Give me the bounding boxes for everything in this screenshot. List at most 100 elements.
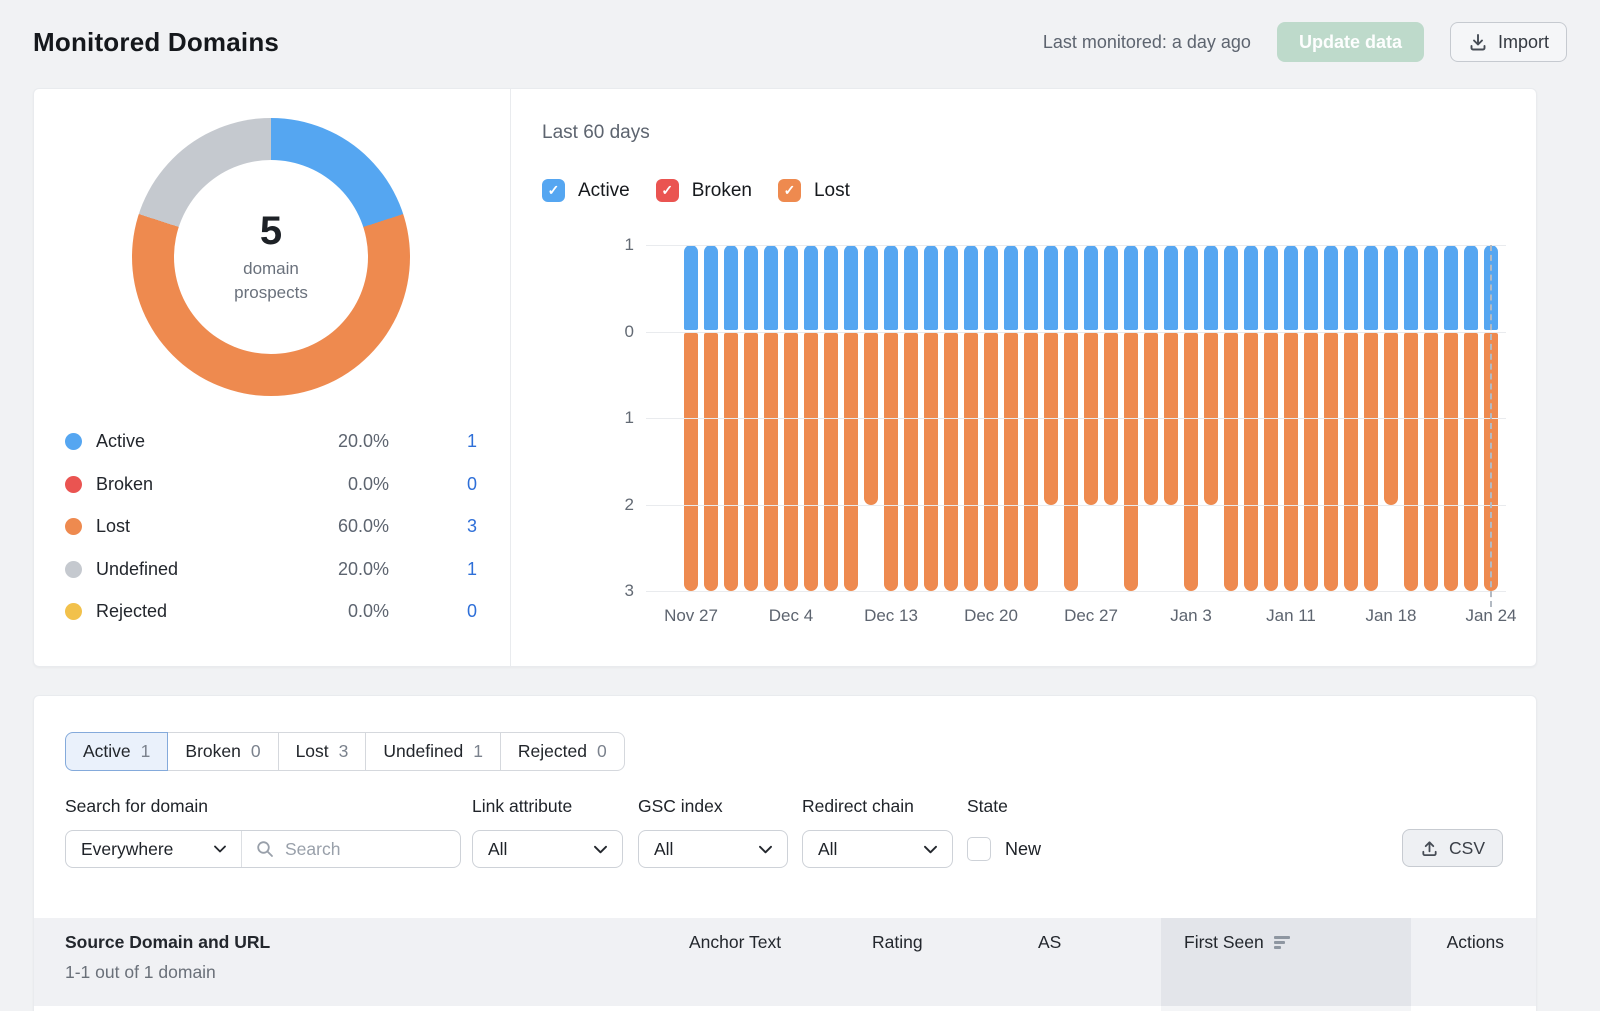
trend-bar-active-segment: [1324, 245, 1338, 330]
x-axis-label: Jan 18: [1336, 606, 1446, 626]
legend-color-dot: [65, 518, 82, 535]
trend-bar-active-segment: [824, 245, 838, 330]
trend-bar-active-segment: [1064, 245, 1078, 330]
trend-title: Last 60 days: [542, 122, 650, 144]
x-axis-label: Jan 24: [1436, 606, 1546, 626]
search-scope-dropdown[interactable]: Everywhere: [66, 831, 242, 867]
legend-count-link[interactable]: 1: [389, 431, 477, 452]
trend-bar-active-segment: [984, 245, 998, 330]
search-combo: Everywhere: [65, 830, 461, 868]
trend-bar-lost-segment: [764, 333, 778, 591]
export-csv-button[interactable]: CSV: [1402, 829, 1503, 867]
trend-bar-active-segment: [884, 245, 898, 330]
trend-bar-lost-segment: [964, 333, 978, 591]
trend-bar-active-segment: [1084, 245, 1098, 330]
trend-bar-active-segment: [1364, 245, 1378, 330]
checkbox-checked-icon[interactable]: ✓: [542, 179, 565, 202]
trend-bar-active-segment: [864, 245, 878, 330]
status-tab-label: Undefined: [383, 741, 463, 762]
trend-bar-lost-segment: [1184, 333, 1198, 591]
donut-center: 5 domain prospects: [174, 160, 368, 354]
y-axis-tick: 0: [592, 322, 634, 342]
donut-legend-row: Lost 60.0% 3: [65, 514, 477, 539]
gsc-index-value: All: [654, 839, 673, 860]
column-header-first-seen[interactable]: First Seen: [1184, 932, 1290, 953]
gsc-index-label: GSC index: [638, 796, 788, 817]
y-axis-tick: 1: [592, 235, 634, 255]
trend-bar-lost-segment: [844, 333, 858, 591]
chevron-down-icon: [594, 845, 607, 854]
legend-count-link[interactable]: 3: [389, 516, 477, 537]
trend-bar-active-segment: [1024, 245, 1038, 330]
domains-table-card: Active 1 Broken 0 Lost 3 Undefined 1 Rej…: [33, 695, 1537, 1011]
status-tab-count: 3: [339, 741, 349, 762]
trend-bar-lost-segment: [1464, 333, 1478, 591]
column-header-source-domain[interactable]: Source Domain and URL: [65, 932, 270, 953]
status-tab-lost[interactable]: Lost 3: [279, 732, 367, 771]
new-checkbox[interactable]: [967, 837, 991, 861]
trend-bar-lost-segment: [1444, 333, 1458, 591]
column-header-anchor-text[interactable]: Anchor Text: [689, 932, 781, 953]
update-data-button[interactable]: Update data: [1277, 22, 1424, 62]
redirect-chain-select[interactable]: All: [802, 830, 953, 868]
gridline: [646, 505, 1506, 506]
legend-count-link[interactable]: 1: [389, 559, 477, 580]
table-summary-count: 1-1 out of 1 domain: [65, 962, 216, 983]
trend-bar-lost-segment: [744, 333, 758, 591]
state-label: State: [967, 796, 1041, 817]
legend-count-link[interactable]: 0: [389, 474, 477, 495]
link-attribute-label: Link attribute: [472, 796, 623, 817]
status-tab-broken[interactable]: Broken 0: [168, 732, 278, 771]
trend-legend-item[interactable]: ✓ Active: [542, 179, 630, 202]
trend-bar-active-segment: [944, 245, 958, 330]
donut-legend-row: Active 20.0% 1: [65, 429, 477, 454]
column-header-as[interactable]: AS: [1038, 932, 1061, 953]
trend-bar-active-segment: [1204, 245, 1218, 330]
legend-percent: 0.0%: [294, 601, 389, 622]
trend-bar-lost-segment: [924, 333, 938, 591]
x-axis-label: Dec 20: [936, 606, 1046, 626]
status-tab-active[interactable]: Active 1: [65, 732, 168, 771]
legend-color-dot: [65, 603, 82, 620]
status-tab-undefined[interactable]: Undefined 1: [366, 732, 501, 771]
donut-pane: 5 domain prospects Active 20.0% 1 Broken…: [34, 89, 511, 666]
trend-bar-lost-segment: [884, 333, 898, 591]
column-header-rating[interactable]: Rating: [872, 932, 923, 953]
status-tab-label: Active: [83, 741, 131, 762]
trend-bar-active-segment: [724, 245, 738, 330]
search-filter-label: Search for domain: [65, 796, 461, 817]
trend-bar-active-segment: [1384, 245, 1398, 330]
trend-bar-active-segment: [1044, 245, 1058, 330]
legend-count-link[interactable]: 0: [389, 601, 477, 622]
donut-total-value: 5: [260, 209, 282, 253]
link-attribute-filter-group: Link attribute All: [472, 796, 623, 868]
last-monitored-text: Last monitored: a day ago: [1043, 32, 1251, 53]
x-axis-label: Dec 13: [836, 606, 946, 626]
trend-bar-lost-segment: [1004, 333, 1018, 591]
status-tab-count: 1: [473, 741, 483, 762]
donut-total-label: domain prospects: [215, 257, 327, 305]
trend-bar-active-segment: [784, 245, 798, 330]
legend-percent: 0.0%: [294, 474, 389, 495]
status-tab-rejected[interactable]: Rejected 0: [501, 732, 625, 771]
first-seen-label: First Seen: [1184, 932, 1264, 953]
import-button[interactable]: Import: [1450, 22, 1567, 62]
trend-bar-active-segment: [1244, 245, 1258, 330]
gsc-index-select[interactable]: All: [638, 830, 788, 868]
trend-bar-lost-segment: [1124, 333, 1138, 591]
x-axis-label: Dec 27: [1036, 606, 1146, 626]
trend-bar-active-segment: [904, 245, 918, 330]
redirect-chain-filter-group: Redirect chain All: [802, 796, 953, 868]
trend-bar-active-segment: [1264, 245, 1278, 330]
legend-color-dot: [65, 561, 82, 578]
status-tab-label: Rejected: [518, 741, 587, 762]
state-filter-group: State New: [967, 796, 1041, 868]
search-filter-group: Search for domain Everywhere: [65, 796, 461, 868]
trend-bar-active-segment: [844, 245, 858, 330]
link-attribute-select[interactable]: All: [472, 830, 623, 868]
search-input[interactable]: [285, 839, 446, 860]
trend-pane: Last 60 days ✓ Active ✓ Broken ✓ Lost: [511, 89, 1536, 666]
table-first-row-strip: [34, 1006, 1536, 1011]
trend-bar-lost-segment: [1364, 333, 1378, 591]
trend-bar-active-segment: [1424, 245, 1438, 330]
